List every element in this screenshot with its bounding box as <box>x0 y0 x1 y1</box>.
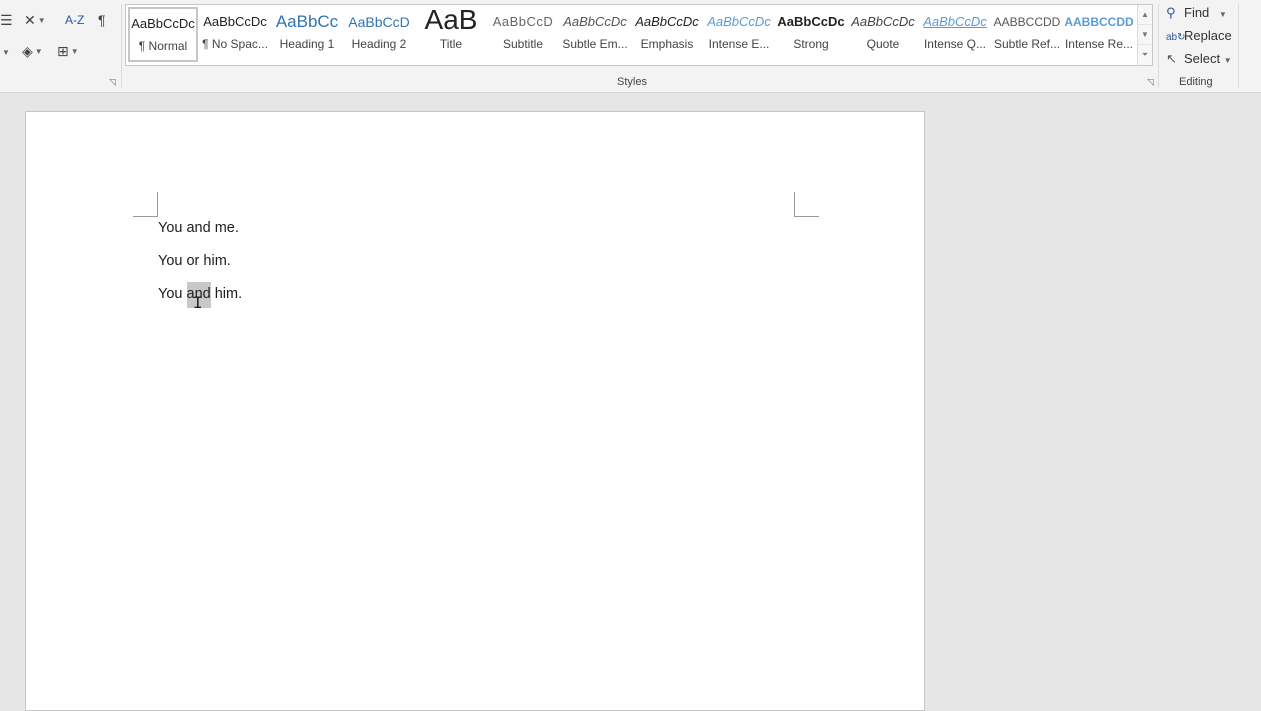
style-normal[interactable]: AaBbCcDc ¶ Normal <box>128 7 198 62</box>
i-beam-cursor-icon: I <box>193 293 203 312</box>
style-preview: AaBbCcDc <box>851 14 915 29</box>
style-intense-quote[interactable]: AaBbCcDc Intense Q... <box>920 7 990 62</box>
text-run: You <box>158 286 187 302</box>
document-page[interactable]: You and me. You or him. You and him. <box>25 111 925 711</box>
group-divider <box>121 4 122 88</box>
gallery-scrollbar: ▲ ▼ ⏷ <box>1137 5 1152 65</box>
chevron-down-icon: ▼ <box>2 48 10 58</box>
style-name: Intense Re... <box>1064 37 1134 51</box>
chevron-down-icon: ▼ <box>1218 10 1227 19</box>
group-divider <box>1158 4 1159 88</box>
paragraph-dialog-launcher-icon[interactable]: ◹ <box>109 78 118 87</box>
style-name: Intense E... <box>708 37 770 51</box>
style-strong[interactable]: AaBbCcDc Strong <box>776 7 846 62</box>
editing-group-label: Editing <box>1179 76 1213 88</box>
style-emphasis[interactable]: AaBbCcDc Emphasis <box>632 7 702 62</box>
replace-button[interactable]: ab↻Replace <box>1166 28 1232 43</box>
scroll-down-icon[interactable]: ▼ <box>1138 25 1152 45</box>
gallery-more-icon[interactable]: ⏷ <box>1138 45 1152 65</box>
styles-group-label: Styles <box>617 76 647 88</box>
group-divider <box>1238 4 1239 88</box>
style-preview: AaBbCcD <box>348 14 410 30</box>
paragraph-1[interactable]: You and me. <box>158 220 239 236</box>
style-name: Strong <box>793 37 829 51</box>
magnifier-icon: ⚲ <box>1166 5 1176 20</box>
style-subtle-emphasis[interactable]: AaBbCcDc Subtle Em... <box>560 7 630 62</box>
style-preview: AaBbCcD <box>492 14 554 29</box>
style-heading-2[interactable]: AaBbCcD Heading 2 <box>344 7 414 62</box>
borders-button[interactable]: ⊞ ▼ <box>57 43 79 60</box>
style-subtitle[interactable]: AaBbCcD Subtitle <box>488 7 558 62</box>
style-name: ¶ No Spac... <box>202 37 268 51</box>
style-preview: AaBbCcDc <box>563 14 627 29</box>
style-name: Heading 1 <box>279 37 335 51</box>
paragraph-2[interactable]: You or him. <box>158 253 231 269</box>
style-preview: AaBbCcDc <box>777 14 845 29</box>
align-justify-icon[interactable]: ☰ <box>0 12 13 28</box>
style-preview: AaBbCc <box>275 12 339 31</box>
pilcrow-icon: ¶ <box>98 12 106 28</box>
pointer-icon: ↖ <box>1166 51 1177 66</box>
text-run: him. <box>210 286 243 302</box>
style-preview: AaBbCcDc <box>635 14 699 29</box>
line-spacing-dropdown[interactable]: ▼ <box>0 44 10 61</box>
chevron-down-icon: ▼ <box>1223 56 1232 65</box>
style-quote[interactable]: AaBbCcDc Quote <box>848 7 918 62</box>
asian-layout-icon: ✕ <box>24 12 36 28</box>
borders-icon: ⊞ <box>57 43 69 59</box>
style-name: Intense Q... <box>923 37 987 51</box>
style-preview: AaBbCcDc <box>923 14 987 29</box>
style-name: Quote <box>866 37 900 51</box>
style-name: ¶ Normal <box>138 39 188 53</box>
asian-layout-button[interactable]: ✕ ▼ <box>24 12 46 29</box>
style-preview: AABBCCDD <box>993 15 1061 29</box>
chevron-down-icon: ▼ <box>70 47 79 57</box>
style-heading-1[interactable]: AaBbCc Heading 1 <box>272 7 342 62</box>
find-label: Find <box>1184 5 1210 20</box>
style-title[interactable]: AaB Title <box>416 7 486 62</box>
chevron-down-icon: ▼ <box>37 16 46 26</box>
style-preview: AaBbCcDc <box>203 14 267 29</box>
style-name: Title <box>439 37 463 51</box>
replace-icon: ab↻ <box>1166 32 1186 43</box>
margin-corner-mark <box>133 192 158 217</box>
scroll-up-icon[interactable]: ▲ <box>1138 5 1152 25</box>
margin-corner-mark <box>794 192 819 217</box>
style-name: Subtle Em... <box>562 37 628 51</box>
style-name: Subtle Ref... <box>993 37 1061 51</box>
style-no-spacing[interactable]: AaBbCcDc ¶ No Spac... <box>200 7 270 62</box>
sort-icon: A-Z <box>65 13 85 27</box>
replace-label: Replace <box>1184 28 1232 43</box>
show-hide-marks-button[interactable]: ¶ <box>98 12 106 28</box>
ribbon: ☰ ✕ ▼ A-Z ¶ ▼ ◈ ▼ ⊞ ▼ ◹ AaBbCcDc ¶ Normal A… <box>0 0 1261 93</box>
style-name: Subtitle <box>502 37 544 51</box>
style-name: Emphasis <box>640 37 694 51</box>
select-button[interactable]: ↖ Select ▼ <box>1166 51 1232 67</box>
select-label: Select <box>1184 51 1221 66</box>
chevron-down-icon: ▼ <box>34 47 43 57</box>
style-subtle-reference[interactable]: AABBCCDD Subtle Ref... <box>992 7 1062 62</box>
style-preview: AABBCCDD <box>1064 15 1134 29</box>
style-preview: AaBbCcDc <box>707 14 771 29</box>
find-button[interactable]: ⚲ Find ▼ <box>1166 5 1227 21</box>
paint-bucket-icon: ◈ <box>22 43 33 59</box>
style-preview: AaBbCcDc <box>131 16 195 31</box>
style-intense-reference[interactable]: AABBCCDD Intense Re... <box>1064 7 1134 62</box>
shading-button[interactable]: ◈ ▼ <box>22 43 43 60</box>
style-preview: AaB <box>424 7 478 35</box>
style-intense-emphasis[interactable]: AaBbCcDc Intense E... <box>704 7 774 62</box>
style-name: Heading 2 <box>351 37 407 51</box>
styles-gallery: AaBbCcDc ¶ Normal AaBbCcDc ¶ No Spac... … <box>125 4 1153 66</box>
styles-dialog-launcher-icon[interactable]: ◹ <box>1147 78 1156 87</box>
sort-button[interactable]: A-Z <box>65 12 84 28</box>
